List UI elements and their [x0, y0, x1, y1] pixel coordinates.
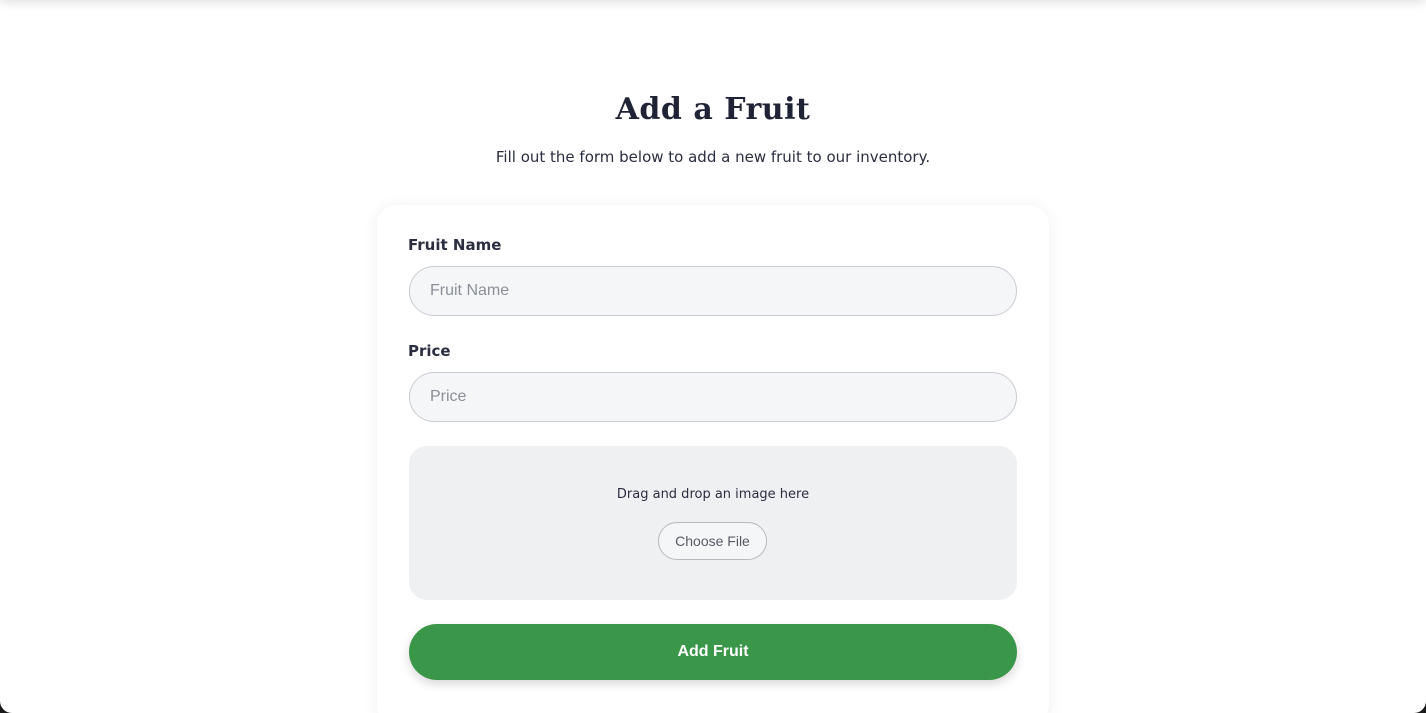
price-label: Price — [408, 342, 451, 360]
page-subtitle: Fill out the form below to add a new fru… — [495, 148, 931, 166]
page-title: Add a Fruit — [615, 92, 811, 127]
dropzone-prompt: Drag and drop an image here — [616, 487, 810, 502]
choose-file-button[interactable]: Choose File — [658, 522, 767, 560]
add-fruit-button[interactable]: Add Fruit — [409, 624, 1017, 680]
fruit-name-label: Fruit Name — [408, 236, 502, 254]
price-input[interactable] — [409, 372, 1017, 422]
fruit-name-input[interactable] — [409, 266, 1017, 316]
add-fruit-form: Fruit Name Price Drag and drop an image … — [377, 205, 1049, 713]
image-dropzone[interactable]: Drag and drop an image here Choose File — [409, 446, 1017, 600]
app-viewport: Add a Fruit Fill out the form below to a… — [0, 0, 1426, 713]
